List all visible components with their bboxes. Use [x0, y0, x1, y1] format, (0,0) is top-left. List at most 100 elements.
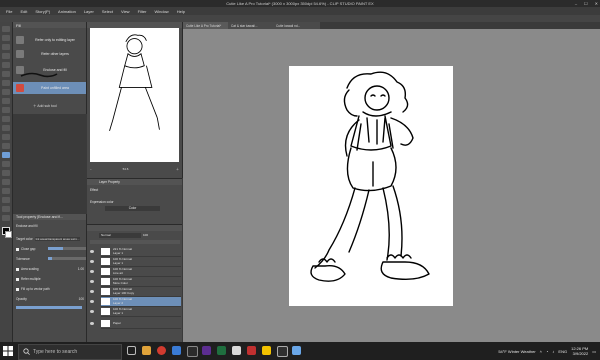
canvas-tab[interactable]: Cutie kawaii nd... [273, 22, 320, 29]
close-button[interactable]: ✕ [595, 1, 598, 6]
opacity-row[interactable]: Opacity 100 [16, 296, 84, 302]
frame-tool-icon[interactable] [2, 179, 10, 185]
text-tool-icon[interactable] [2, 197, 10, 203]
menu-window[interactable]: Window [154, 9, 168, 14]
opacity-slider[interactable] [16, 306, 82, 309]
navigator-zoom[interactable]: − 54.6 ＋ [90, 167, 179, 172]
app-icon[interactable] [232, 346, 241, 355]
area-scaling-row[interactable]: Area scaling 1.00 [16, 266, 84, 272]
eye-icon[interactable] [90, 260, 94, 263]
menu-animation[interactable]: Animation [58, 9, 76, 14]
sub-color-swatch[interactable] [5, 231, 12, 238]
layer-row[interactable]: 100 % Normal Layer 100 Copy [101, 287, 181, 297]
move-layer-tool-icon[interactable] [2, 53, 10, 59]
menu-edit[interactable]: Edit [20, 9, 27, 14]
subtool-tab[interactable]: Fill [13, 22, 86, 28]
menu-file[interactable]: File [6, 9, 12, 14]
expression-color-select[interactable]: Color [105, 206, 160, 211]
tolerance-slider[interactable] [48, 257, 86, 260]
layer-row[interactable]: 221 % Normal Layer 1 [101, 247, 181, 257]
canvas-tab[interactable]: Cat & star kawaii... [228, 22, 275, 29]
add-subtool-button[interactable]: ＋ Add sub tool [33, 104, 57, 109]
eye-icon[interactable] [90, 310, 94, 313]
browser-icon[interactable] [157, 346, 166, 355]
decoration-tool-icon[interactable] [2, 125, 10, 131]
auto-select-tool-icon[interactable] [2, 71, 10, 77]
app-icon[interactable] [277, 346, 288, 357]
area-scaling-checkbox[interactable] [16, 267, 19, 271]
language-indicator[interactable]: ENG [558, 349, 567, 354]
navigator-preview[interactable] [90, 28, 179, 162]
windows-start-icon[interactable] [2, 345, 14, 357]
clip-studio-icon[interactable] [292, 346, 301, 355]
app-icon[interactable] [247, 346, 256, 355]
correct-line-tool-icon[interactable] [2, 215, 10, 221]
opacity-value[interactable]: 100 [79, 297, 84, 301]
minimize-button[interactable]: – [575, 1, 577, 6]
fill-vector-row[interactable]: Fill up to vector path [16, 286, 84, 292]
eye-icon[interactable] [90, 322, 94, 325]
eraser-tool-icon[interactable] [2, 134, 10, 140]
pencil-tool-icon[interactable] [2, 98, 10, 104]
taskbar-search[interactable]: Type here to search [18, 344, 122, 360]
layer-row-selected[interactable]: 100 % Normal Layer 2 [101, 297, 181, 307]
airbrush-tool-icon[interactable] [2, 116, 10, 122]
area-scaling-value[interactable]: 1.00 [78, 267, 84, 271]
eye-icon[interactable] [90, 300, 94, 303]
layer-property-tab[interactable]: Layer Property [87, 179, 182, 185]
target-color-row[interactable]: Target color Ink areas/transparent areas… [16, 236, 84, 242]
zoom-out-icon[interactable]: − [90, 167, 92, 171]
layer-toolbar[interactable] [90, 240, 180, 244]
network-icon[interactable]: ◔ [546, 349, 548, 354]
zoom-tool-icon[interactable] [2, 26, 10, 32]
layer-row[interactable]: 100 % Normal Layer 1 [101, 257, 181, 267]
eye-icon[interactable] [90, 280, 94, 283]
operation-tool-icon[interactable] [2, 44, 10, 50]
layer-panel-tab[interactable] [87, 225, 182, 231]
fill-tool-icon[interactable] [2, 152, 10, 158]
menu-select[interactable]: Select [102, 9, 113, 14]
eye-icon[interactable] [90, 270, 94, 273]
eyedropper-tool-icon[interactable] [2, 80, 10, 86]
brush-tool-icon[interactable] [2, 107, 10, 113]
gradient-tool-icon[interactable] [2, 161, 10, 167]
clock[interactable]: 12:26 PM 3/9/2022 [571, 346, 588, 356]
chevron-up-icon[interactable]: ˄ [540, 349, 542, 354]
tolerance-row[interactable]: Tolerance [16, 256, 86, 262]
eye-icon[interactable] [90, 290, 94, 293]
task-view-icon[interactable] [127, 346, 136, 355]
weather-widget[interactable]: 54°F Winter Weather [498, 349, 535, 354]
layer-row[interactable]: 100 % Normal More Color [101, 277, 181, 287]
layer-row[interactable]: 100 % Normal Line art [101, 267, 181, 277]
canvas-tab-active[interactable]: Cutie Like A Pro Tutorial* [183, 22, 230, 29]
menu-filter[interactable]: Filter [138, 9, 147, 14]
fill-vector-checkbox[interactable] [16, 287, 19, 291]
ruler-tool-icon[interactable] [2, 188, 10, 194]
target-color-select[interactable]: Ink areas/transparent areas surro... [34, 237, 81, 241]
refer-multiple-row[interactable]: Refer multiple [16, 276, 84, 282]
notification-icon[interactable]: ▭ [592, 349, 596, 354]
canvas-paper[interactable] [289, 66, 453, 306]
close-gap-slider[interactable] [48, 247, 86, 250]
menu-layer[interactable]: Layer [84, 9, 94, 14]
refer-multiple-checkbox[interactable] [16, 277, 19, 281]
pen-tool-icon[interactable] [2, 89, 10, 95]
move-tool-icon[interactable] [2, 35, 10, 41]
eye-icon[interactable] [90, 250, 94, 253]
navigator-zoom-value[interactable]: 54.6 [123, 167, 129, 171]
zoom-in-icon[interactable]: ＋ [176, 167, 179, 171]
layer-row[interactable]: Paper [101, 319, 181, 329]
selection-tool-icon[interactable] [2, 62, 10, 68]
menu-story[interactable]: Story(P) [35, 9, 50, 14]
file-explorer-icon[interactable] [142, 346, 151, 355]
blend-mode-select[interactable]: Normal [99, 233, 141, 238]
volume-icon[interactable]: ♪ [552, 349, 554, 354]
subtool-item-selected[interactable]: Paint unfilled area [13, 82, 86, 94]
menu-help[interactable]: Help [177, 9, 185, 14]
maximize-button[interactable]: ☐ [584, 1, 588, 6]
balloon-tool-icon[interactable] [2, 206, 10, 212]
menu-view[interactable]: View [121, 9, 130, 14]
subtool-item[interactable]: Refer only to editing layer [13, 34, 86, 46]
figure-tool-icon[interactable] [2, 170, 10, 176]
layer-opacity[interactable]: 100 [143, 233, 148, 237]
